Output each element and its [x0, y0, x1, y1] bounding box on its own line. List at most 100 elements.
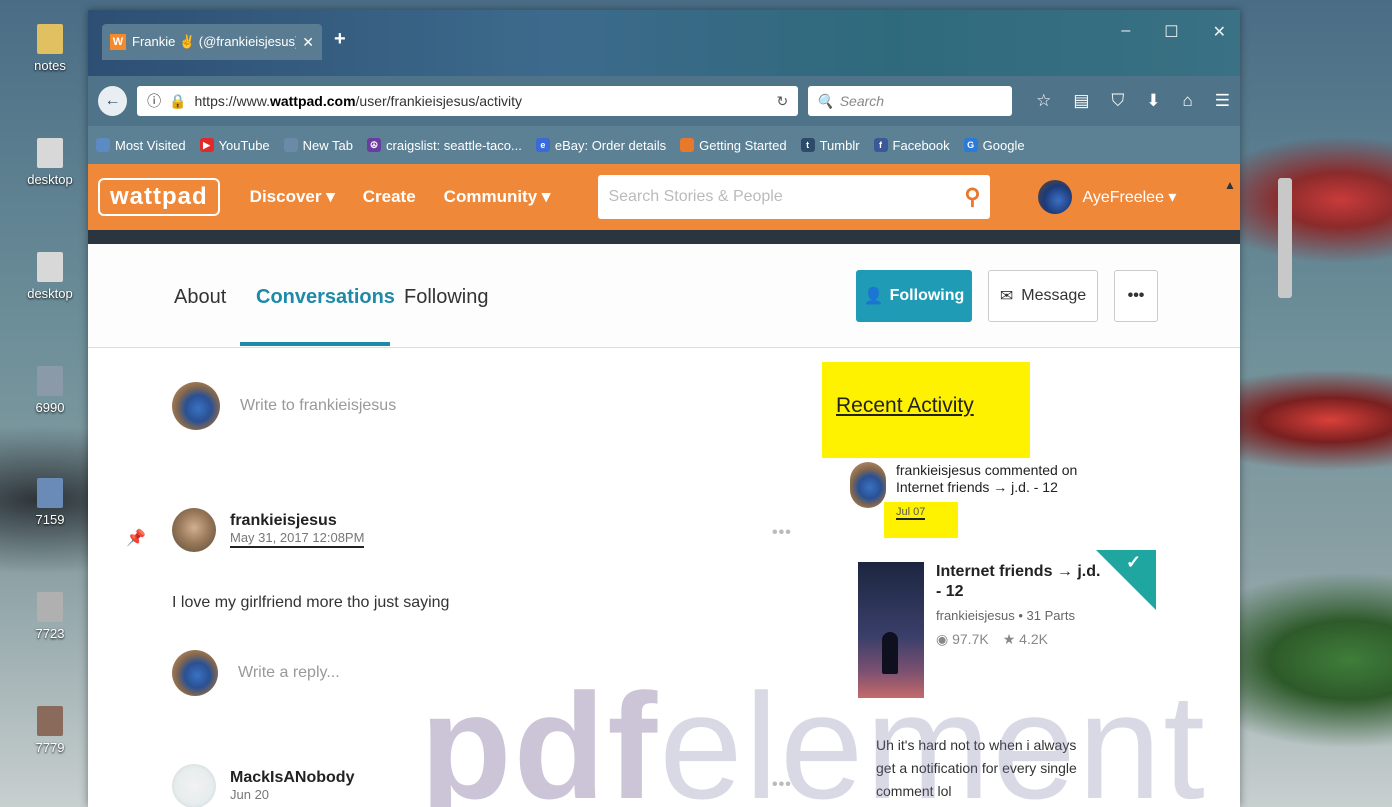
following-button[interactable]: 👤 Following — [856, 270, 972, 322]
tab-about[interactable]: About — [174, 286, 226, 309]
bookmark-craigslist[interactable]: ☮ craigslist: seattle-taco... — [367, 138, 522, 153]
close-window-icon[interactable]: ✕ — [1213, 22, 1226, 42]
library-added-badge[interactable]: ✓ — [1096, 550, 1156, 610]
desktop-icon-7723[interactable]: 7723 — [0, 592, 100, 641]
ebay-icon: e — [535, 138, 550, 152]
nav-bar: ← ⓘ 🔒 https://www.wattpad.com/user/frank… — [88, 76, 1240, 126]
folder-icon — [37, 24, 63, 54]
post-author[interactable]: frankieisjesus — [230, 512, 364, 530]
conversation-post-2: MackIsANobody Jun 20 — [172, 764, 354, 807]
url-text: https://www.wattpad.com/user/frankieisje… — [194, 93, 523, 109]
menu-icon[interactable]: ☰ — [1215, 91, 1230, 111]
globe-icon — [283, 138, 298, 152]
avatar[interactable] — [172, 764, 216, 807]
desktop-icons: notes desktop desktop 6990 7159 7723 777… — [0, 0, 100, 807]
desktop-icon-notes[interactable]: notes — [0, 24, 100, 73]
search-icon[interactable]: ⚲ — [964, 184, 980, 210]
activity-date: Jul 07 — [896, 506, 926, 520]
bookmark-youtube[interactable]: ▶ YouTube — [199, 138, 270, 153]
browser-search-box[interactable]: 🔍 Search — [808, 86, 1013, 116]
wattpad-nav: Discover ▾ Create Community ▾ — [250, 187, 551, 207]
craigslist-icon: ☮ — [367, 138, 382, 152]
more-options-button[interactable]: ••• — [1114, 270, 1158, 322]
window-controls: – ☐ ✕ — [1121, 22, 1226, 42]
story-title[interactable]: Internet friends → j.d. - 12 — [936, 562, 1106, 602]
image-icon — [37, 478, 63, 508]
image-icon — [37, 706, 63, 736]
image-icon — [37, 592, 63, 622]
pocket-icon[interactable]: ⛉ — [1111, 91, 1124, 111]
profile-tabs: About Conversations Following 👤 Followin… — [88, 244, 1240, 348]
new-tab-icon[interactable]: + — [334, 28, 346, 51]
tab-conversations[interactable]: Conversations — [256, 286, 395, 309]
watermark: pdfelement — [420, 662, 1207, 807]
folder-icon — [96, 138, 110, 152]
title-bar: W Frankie ✌ (@frankieisjesus) ✕ + – ☐ ✕ — [88, 10, 1240, 80]
bookmark-facebook[interactable]: f Facebook — [873, 138, 950, 153]
image-icon — [37, 366, 63, 396]
message-button[interactable]: ✉ Message — [988, 270, 1098, 322]
avatar — [1038, 180, 1073, 214]
bookmark-new-tab[interactable]: New Tab — [283, 138, 353, 153]
download-icon[interactable]: ⬇ — [1146, 91, 1160, 111]
post-options-icon[interactable]: ••• — [772, 524, 792, 542]
nav-create[interactable]: Create — [363, 187, 416, 207]
bookmark-google[interactable]: G Google — [963, 138, 1025, 153]
user-menu[interactable]: AyeFreelee ▾ — [1038, 180, 1176, 214]
maximize-icon[interactable]: ☐ — [1164, 22, 1178, 42]
active-tab-indicator — [240, 342, 390, 346]
browser-tab[interactable]: W Frankie ✌ (@frankieisjesus) ✕ — [102, 24, 322, 60]
wattpad-search-input[interactable]: Search Stories & People ⚲ — [598, 175, 991, 219]
username: AyeFreelee ▾ — [1082, 189, 1177, 206]
avatar[interactable] — [172, 508, 216, 552]
scroll-up-icon[interactable]: ▲ — [1224, 178, 1236, 192]
user-check-icon: 👤 — [863, 288, 884, 305]
info-icon[interactable]: ⓘ — [147, 91, 161, 111]
header-divider — [88, 230, 1240, 244]
bookmark-ebay[interactable]: e eBay: Order details — [535, 138, 666, 153]
reply-box[interactable]: Write a reply... — [172, 650, 340, 696]
star-icon: ★ — [1002, 631, 1016, 647]
bookmark-star-icon[interactable]: ☆ — [1036, 91, 1051, 111]
tab-following[interactable]: Following — [404, 286, 488, 309]
minimize-icon[interactable]: – — [1121, 22, 1130, 42]
bookmark-tumblr[interactable]: t Tumblr — [800, 138, 860, 153]
desktop-icon-desktop-2[interactable]: desktop — [0, 252, 100, 301]
close-tab-icon[interactable]: ✕ — [302, 34, 314, 51]
bookmark-most-visited[interactable]: Most Visited — [96, 138, 186, 153]
conversation-post: frankieisjesus May 31, 2017 12:08PM — [172, 508, 365, 552]
desktop-icon-6990[interactable]: 6990 — [0, 366, 100, 415]
desktop-icon-7159[interactable]: 7159 — [0, 478, 100, 527]
tumblr-icon: t — [800, 138, 815, 152]
nav-community[interactable]: Community ▾ — [444, 187, 551, 207]
wattpad-logo[interactable]: wattpad — [98, 178, 220, 216]
youtube-icon: ▶ — [199, 138, 214, 152]
file-icon — [37, 138, 63, 168]
file-icon — [37, 252, 63, 282]
post-author[interactable]: MackIsANobody — [230, 769, 354, 787]
lock-icon: 🔒 — [169, 92, 187, 109]
bookmark-getting-started[interactable]: Getting Started — [680, 138, 787, 153]
nav-discover[interactable]: Discover ▾ — [250, 187, 335, 207]
reload-icon[interactable]: ↻ — [777, 93, 789, 110]
check-icon: ✓ — [1126, 552, 1142, 572]
background-window-scrollbar[interactable] — [1278, 178, 1292, 298]
avatar — [850, 462, 886, 508]
search-icon: 🔍 — [816, 92, 834, 109]
story-meta: frankieisjesus • 31 Parts — [936, 608, 1075, 623]
envelope-icon: ✉ — [999, 288, 1014, 305]
firefox-icon — [680, 138, 695, 152]
post-date: Jun 20 — [230, 787, 270, 802]
back-arrow-icon[interactable]: ← — [98, 86, 128, 116]
desktop-icon-7779[interactable]: 7779 — [0, 706, 100, 755]
recent-activity-title: Recent Activity — [836, 394, 974, 417]
reader-icon[interactable]: ▤ — [1073, 91, 1089, 111]
tab-title: Frankie ✌ (@frankieisjesus) — [132, 34, 297, 49]
desktop-icon-desktop-1[interactable]: desktop — [0, 138, 100, 187]
wattpad-header: wattpad Discover ▾ Create Community ▾ Se… — [88, 164, 1240, 230]
write-message-box[interactable]: Write to frankieisjesus — [172, 382, 396, 430]
eye-icon: ◉ — [936, 631, 949, 647]
home-icon[interactable]: ⌂ — [1182, 91, 1192, 111]
post-text: I love my girlfriend more tho just sayin… — [172, 594, 450, 611]
address-bar[interactable]: ⓘ 🔒 https://www.wattpad.com/user/frankie… — [137, 86, 799, 116]
